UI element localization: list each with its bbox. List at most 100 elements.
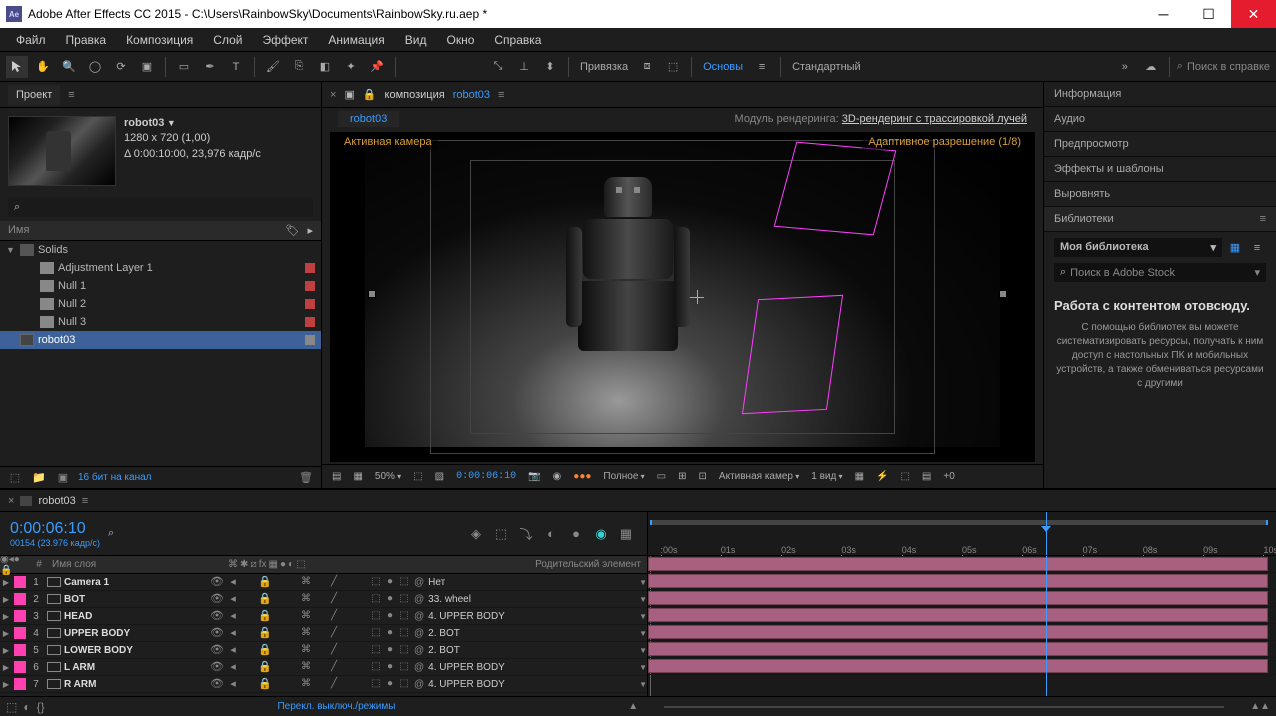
menu-вид[interactable]: Вид: [395, 33, 437, 47]
workspace-label[interactable]: Стандартный: [788, 61, 865, 73]
snap-edge-icon[interactable]: ⬚: [662, 56, 684, 78]
maximize-button[interactable]: ☐: [1186, 0, 1231, 28]
marker-icon[interactable]: ▤: [328, 469, 345, 484]
timeline-tracks[interactable]: [647, 556, 1276, 696]
zoom-out-icon[interactable]: ▲: [628, 701, 638, 712]
name-col[interactable]: Имя слоя: [48, 559, 228, 570]
timecode-display[interactable]: 0:00:06:10: [452, 469, 520, 484]
menu-анимация[interactable]: Анимация: [318, 33, 394, 47]
project-item[interactable]: ▼Solids: [0, 241, 321, 259]
draft-3d-icon[interactable]: ⬚: [490, 523, 512, 545]
minimize-button[interactable]: ─: [1141, 0, 1186, 28]
res-icon[interactable]: ⬚: [409, 469, 426, 484]
current-time[interactable]: 0:00:06:10 00154 (23.976 кадр/с): [10, 520, 100, 548]
essentials-menu-icon[interactable]: ≡: [751, 56, 773, 78]
menu-справка[interactable]: Справка: [484, 33, 551, 47]
clone-tool[interactable]: ⎘: [288, 56, 310, 78]
layer-track[interactable]: [648, 641, 1276, 658]
close-button[interactable]: ✕: [1231, 0, 1276, 28]
essentials-label[interactable]: Основы: [699, 61, 747, 73]
layer-track[interactable]: [648, 658, 1276, 675]
text-tool[interactable]: T: [225, 56, 247, 78]
renderer-link[interactable]: 3D-рендеринг с трассировкой лучей: [842, 113, 1027, 125]
preview-panel-tab[interactable]: Предпросмотр: [1044, 132, 1276, 157]
layer-row[interactable]: ▶3HEAD👁◂🔒⌘╱⬚●⬚@4. UPPER BODY▼: [0, 608, 647, 625]
list-view-icon[interactable]: ≡: [1248, 239, 1266, 257]
menu-окно[interactable]: Окно: [436, 33, 484, 47]
breadcrumb[interactable]: robot03: [338, 111, 399, 127]
camera-tool[interactable]: ▣: [136, 56, 158, 78]
axis-view-icon[interactable]: ⬍: [539, 56, 561, 78]
workspace-more-icon[interactable]: »: [1114, 56, 1136, 78]
grid-view-icon[interactable]: ▦: [1226, 239, 1244, 257]
3d-plane[interactable]: [742, 295, 843, 414]
layer-search[interactable]: ⌕: [108, 527, 208, 540]
rotation-tool[interactable]: ⟳: [110, 56, 132, 78]
snap-toggle-icon[interactable]: ⧈: [636, 56, 658, 78]
viewport[interactable]: Активная камера Адаптивное разрешение (1…: [330, 132, 1035, 462]
col-type-icon[interactable]: ▸: [307, 224, 313, 237]
selection-tool[interactable]: [6, 56, 28, 78]
snap-label[interactable]: Привязка: [576, 61, 632, 73]
panel-menu-icon[interactable]: ≡: [1260, 213, 1266, 225]
rect-tool[interactable]: ▭: [173, 56, 195, 78]
layer-row[interactable]: ▶4UPPER BODY👁◂🔒⌘╱⬚●⬚@2. BOT▼: [0, 625, 647, 642]
layer-row[interactable]: ▶6L ARM👁◂🔒⌘╱⬚●⬚@4. UPPER BODY▼: [0, 659, 647, 676]
axis-local-icon[interactable]: ⤡: [487, 56, 509, 78]
project-item[interactable]: Null 2: [0, 295, 321, 313]
handle[interactable]: [368, 290, 376, 298]
toggle-switches-icon[interactable]: ⬚: [6, 700, 17, 714]
new-folder-icon[interactable]: 📁: [30, 469, 48, 487]
project-tree[interactable]: ▼SolidsAdjustment Layer 1Null 1Null 2Nul…: [0, 241, 321, 466]
brainstorm-icon[interactable]: ▦: [615, 523, 637, 545]
layer-row[interactable]: ▶2BOT👁◂🔒⌘╱⬚●⬚@33. wheel▼: [0, 591, 647, 608]
hand-tool[interactable]: ✋: [32, 56, 54, 78]
zoom-dropdown[interactable]: 50%: [371, 469, 405, 484]
layer-row[interactable]: ▶1Camera 1👁◂🔒⌘╱⬚●⬚@Нет▼: [0, 574, 647, 591]
panel-menu-icon[interactable]: ≡: [68, 89, 74, 101]
layer-row[interactable]: ▶7R ARM👁◂🔒⌘╱⬚●⬚@4. UPPER BODY▼: [0, 676, 647, 693]
exposure-icon[interactable]: +0: [939, 469, 958, 484]
menu-слой[interactable]: Слой: [203, 33, 252, 47]
project-item[interactable]: Null 3: [0, 313, 321, 331]
menu-файл[interactable]: Файл: [6, 33, 56, 47]
zoom-in-icon[interactable]: ▲▲: [1250, 701, 1270, 712]
zoom-slider[interactable]: [644, 702, 1244, 712]
lock-icon[interactable]: 🔒: [363, 88, 377, 101]
layer-track[interactable]: [648, 624, 1276, 641]
layer-row[interactable]: ▶5LOWER BODY👁◂🔒⌘╱⬚●⬚@2. BOT▼: [0, 642, 647, 659]
effects-panel-tab[interactable]: Эффекты и шаблоны: [1044, 157, 1276, 182]
pixel-aspect-icon[interactable]: ▦: [851, 469, 868, 484]
layer-track[interactable]: [648, 590, 1276, 607]
timeline-icon[interactable]: ⬚: [896, 469, 913, 484]
project-item[interactable]: Adjustment Layer 1: [0, 259, 321, 277]
layer-track[interactable]: [648, 573, 1276, 590]
flowchart-icon[interactable]: ▤: [918, 469, 935, 484]
comp-thumbnail[interactable]: [8, 116, 116, 186]
time-ruler[interactable]: :00s01s02s03s04s05s06s07s08s09s10s: [647, 512, 1276, 555]
toggle-in-out-icon[interactable]: {}: [37, 700, 45, 714]
toggle-grid-icon[interactable]: ⊞: [674, 469, 690, 484]
frame-blend-icon[interactable]: ◐: [540, 523, 562, 545]
grid-icon[interactable]: ▦: [349, 469, 366, 484]
guides-icon[interactable]: ⊡: [695, 469, 711, 484]
panel-menu-icon[interactable]: ≡: [498, 89, 504, 101]
align-panel-tab[interactable]: Выровнять: [1044, 182, 1276, 207]
interpret-icon[interactable]: ⬚: [6, 469, 24, 487]
camera-dropdown[interactable]: Активная камер: [715, 469, 803, 484]
axis-world-icon[interactable]: ⊥: [513, 56, 535, 78]
project-item[interactable]: robot03: [0, 331, 321, 349]
col-label-icon[interactable]: 🏷: [286, 224, 300, 237]
motion-blur-icon[interactable]: ●: [565, 523, 587, 545]
graph-editor-icon[interactable]: ◉: [590, 523, 612, 545]
fast-preview-icon[interactable]: ⚡: [872, 469, 892, 484]
anchor-point-icon[interactable]: [690, 290, 704, 304]
close-tab-icon[interactable]: ×: [8, 495, 14, 507]
menu-правка[interactable]: Правка: [56, 33, 117, 47]
handle[interactable]: [999, 290, 1007, 298]
roi-icon[interactable]: ▭: [653, 469, 670, 484]
playhead[interactable]: [1046, 512, 1047, 555]
shy-icon[interactable]: ⤵: [515, 523, 537, 545]
menu-композиция[interactable]: Композиция: [116, 33, 203, 47]
layer-track[interactable]: [648, 556, 1276, 573]
